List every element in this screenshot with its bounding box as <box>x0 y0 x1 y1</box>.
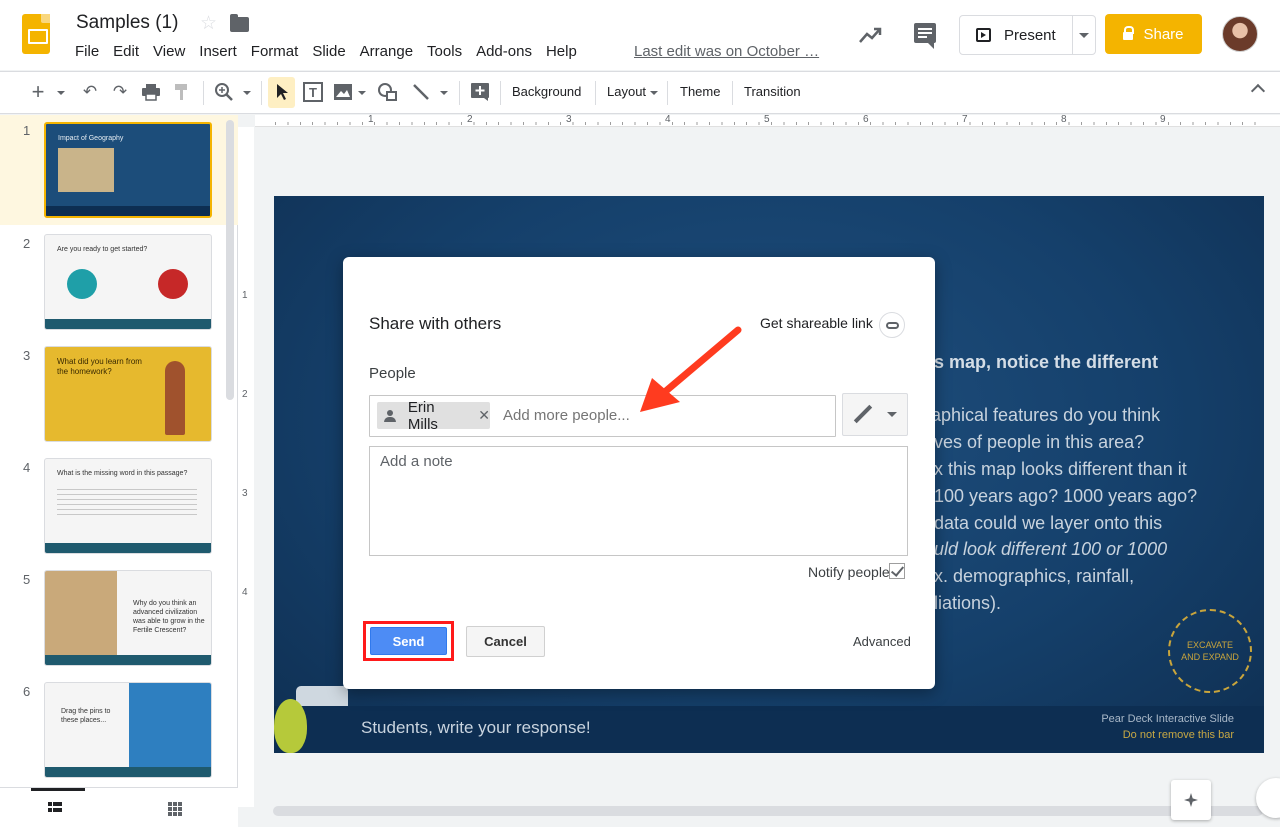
send-button[interactable]: Send <box>370 627 447 655</box>
cancel-button[interactable]: Cancel <box>466 626 545 657</box>
people-label: People <box>369 365 416 382</box>
people-input-box[interactable]: Erin Mills ✕ <box>369 395 836 437</box>
share-dialog: Share with others Get shareable link Peo… <box>343 257 935 689</box>
permission-dropdown[interactable] <box>842 393 908 436</box>
chevron-down-icon <box>886 412 897 417</box>
pencil-icon <box>854 405 873 424</box>
add-people-input[interactable] <box>503 407 823 424</box>
close-icon[interactable]: ✕ <box>478 407 490 424</box>
person-chip[interactable]: Erin Mills ✕ <box>377 399 490 433</box>
person-icon <box>384 409 396 422</box>
note-textarea[interactable] <box>369 446 908 556</box>
notify-people-label: Notify people <box>808 564 890 580</box>
notify-checkbox[interactable] <box>889 563 905 579</box>
get-shareable-link[interactable]: Get shareable link <box>760 315 873 331</box>
dialog-title: Share with others <box>369 314 502 333</box>
chip-name: Erin Mills <box>407 398 438 433</box>
link-icon[interactable] <box>879 312 905 338</box>
advanced-link[interactable]: Advanced <box>853 634 911 649</box>
